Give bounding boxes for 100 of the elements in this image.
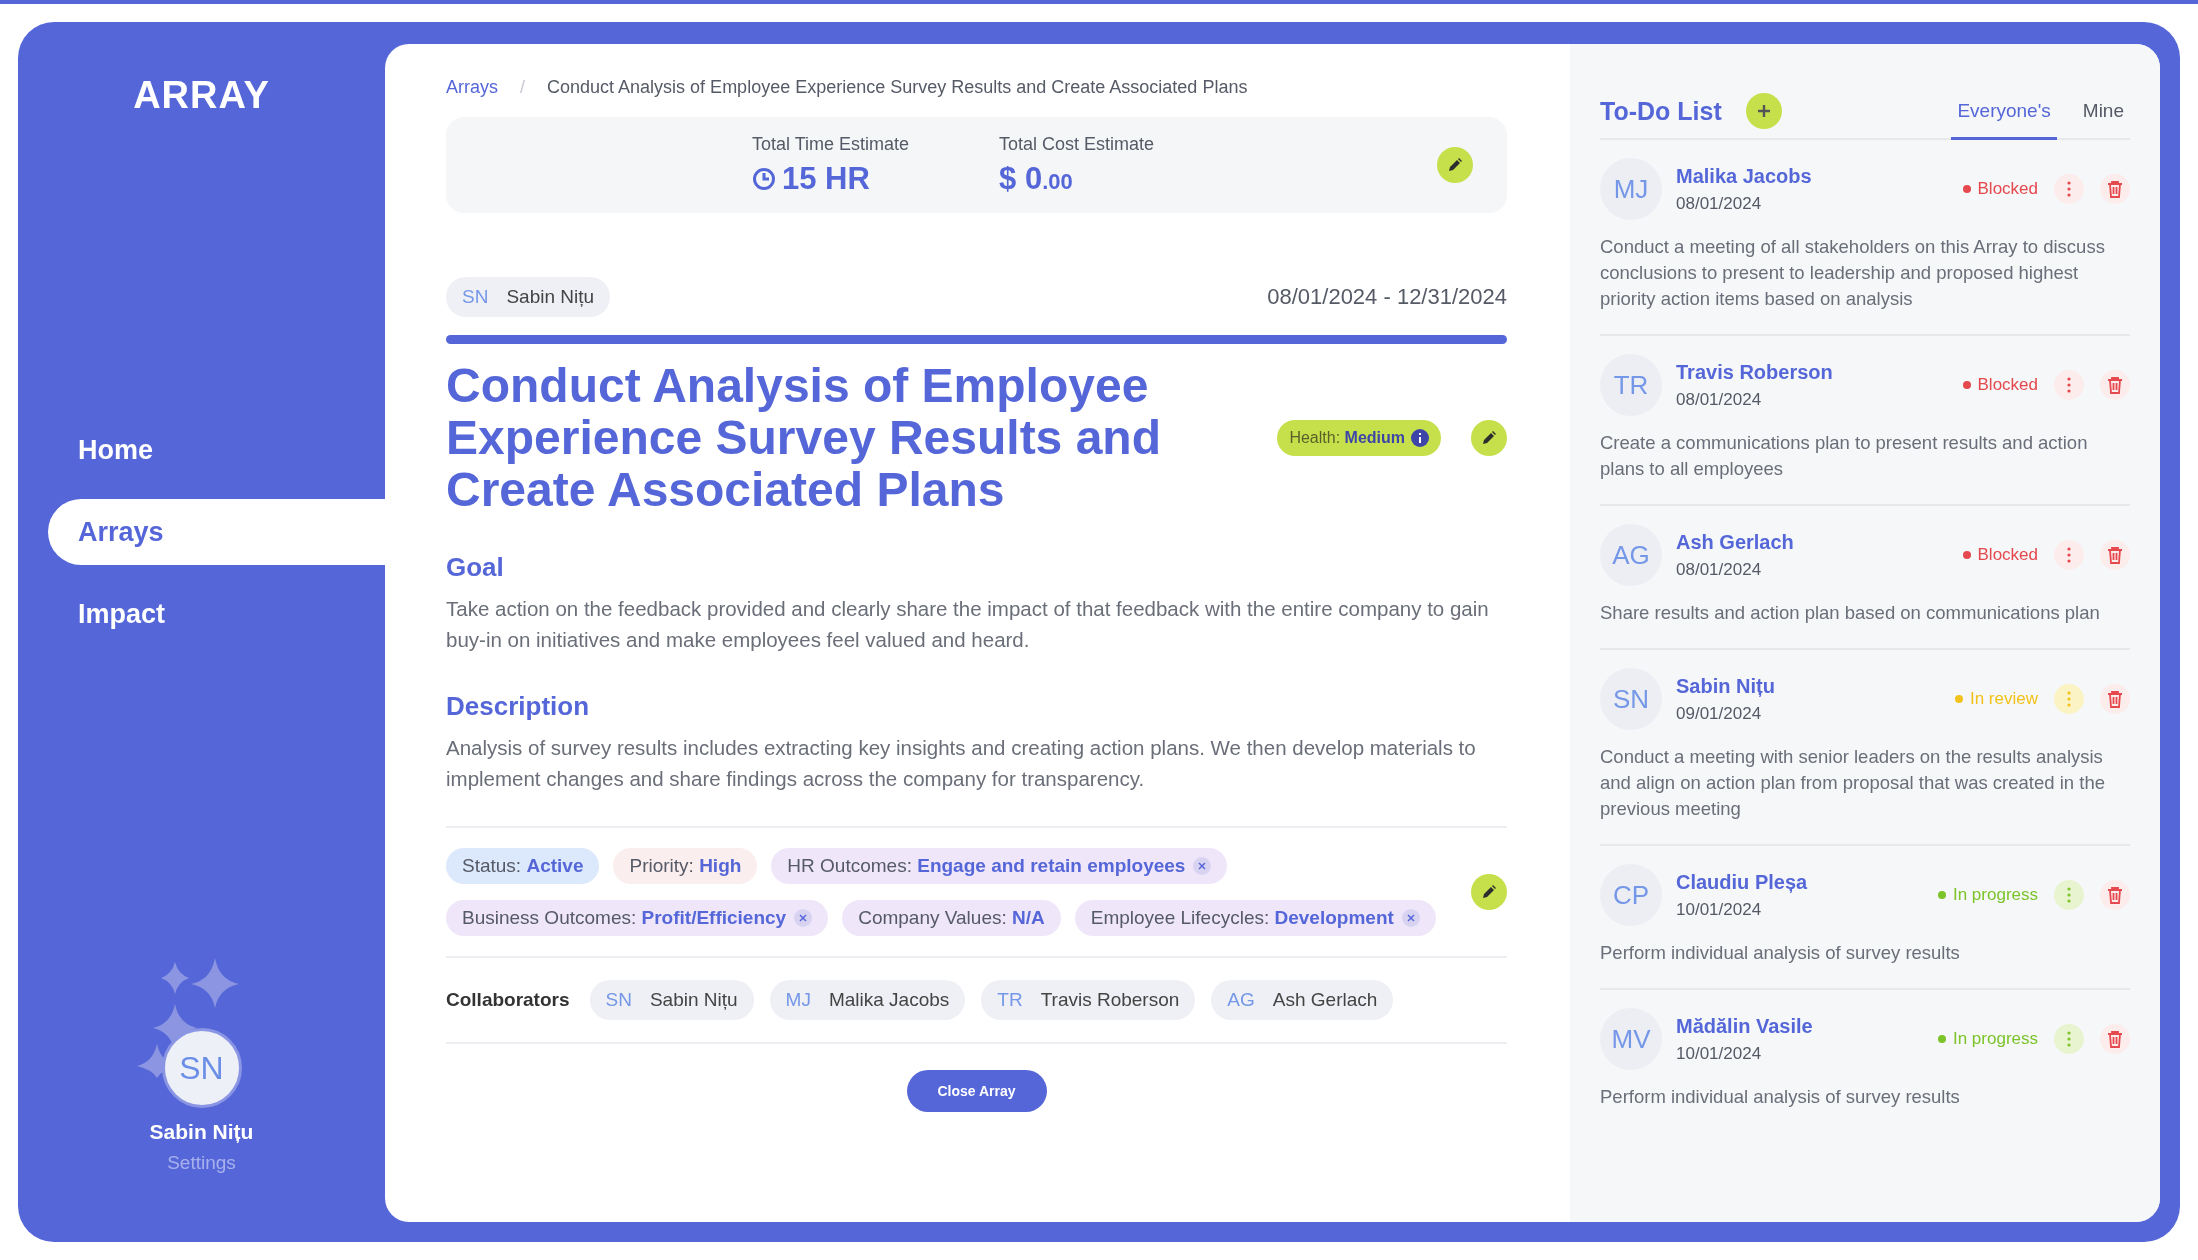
- nav-item[interactable]: Home: [48, 417, 385, 483]
- remove-icon[interactable]: [794, 909, 813, 927]
- collaborator-initials: SN: [605, 989, 632, 1011]
- breadcrumb-current: Conduct Analysis of Employee Experience Survey Results and Create Associated Plans: [547, 76, 1248, 98]
- task-date: 09/01/2024: [1676, 703, 1763, 724]
- status-label: Blocked: [1977, 179, 2038, 199]
- task-text: Create a communications plan to present results and action plans to all employees: [1600, 431, 2089, 481]
- task-text: Conduct a meeting with senior leaders on the results analysis and align on action plan from proposal that was created in the previous meeting: [1600, 745, 2106, 821]
- tag-text: Status: Active: [462, 855, 584, 877]
- collaborator-initials: MJ: [785, 989, 811, 1011]
- tab[interactable]: Everyone's: [1951, 84, 2057, 140]
- avatar: MV: [1600, 1008, 1662, 1070]
- task-text: Share results and action plan based on communications plan: [1600, 601, 2101, 625]
- assignee-name[interactable]: Mădălin Vasile: [1676, 1014, 1813, 1038]
- estimate-value: 15 HR: [782, 160, 870, 197]
- task-text: Perform individual analysis of survey results: [1600, 941, 1961, 965]
- delete-button[interactable]: [2100, 684, 2130, 714]
- task-date: 10/01/2024: [1676, 1043, 1763, 1064]
- collaborator-chip[interactable]: TR Travis Roberson: [981, 980, 1196, 1020]
- remove-icon[interactable]: [1193, 857, 1212, 875]
- todo-title: To-Do List: [1600, 96, 1722, 126]
- assignee-name[interactable]: Sabin Nițu: [1676, 674, 1775, 698]
- nav-item[interactable]: Arrays: [48, 499, 385, 565]
- delete-button[interactable]: [2100, 370, 2130, 400]
- task-date: 10/01/2024: [1676, 899, 1763, 920]
- assignee-name[interactable]: Claudiu Pleșa: [1676, 870, 1808, 894]
- breadcrumb-separator: /: [520, 76, 526, 98]
- task-date: 08/01/2024: [1676, 559, 1763, 580]
- edit-button[interactable]: [1471, 874, 1507, 910]
- estimate-label: Total Time Estimate: [752, 133, 910, 155]
- status-label: In progress: [1952, 1029, 2038, 1049]
- edit-button[interactable]: [1471, 420, 1507, 456]
- plus-icon: [1756, 104, 1771, 118]
- avatar: TR: [1600, 354, 1662, 416]
- trash-icon: [2107, 690, 2123, 708]
- info-icon: [1411, 429, 1429, 447]
- more-icon: [2067, 547, 2071, 563]
- owner-name: Sabin Nițu: [506, 286, 595, 308]
- assignee-name[interactable]: Travis Roberson: [1676, 360, 1833, 384]
- avatar: CP: [1600, 864, 1662, 926]
- tag-text: Company Values: N/A: [858, 907, 1045, 929]
- section-heading: Goal: [446, 552, 505, 583]
- trash-icon: [2107, 886, 2123, 904]
- task-date: 08/01/2024: [1676, 193, 1763, 214]
- collaborator-chip[interactable]: SN Sabin Nițu: [589, 980, 754, 1020]
- delete-button[interactable]: [2100, 880, 2130, 910]
- task-date: 08/01/2024: [1676, 389, 1763, 410]
- close-array-button[interactable]: Close Array: [906, 1070, 1047, 1112]
- delete-button[interactable]: [2100, 174, 2130, 204]
- health-badge: Health: Medium: [1277, 420, 1441, 456]
- more-icon: [2067, 1031, 2071, 1047]
- logo: ARRAY: [132, 74, 271, 117]
- tag-text: HR Outcomes: Engage and retain employees: [787, 855, 1186, 877]
- nav-item[interactable]: Impact: [48, 581, 385, 647]
- more-icon: [2067, 181, 2071, 197]
- trash-icon: [2107, 180, 2123, 198]
- status-label: Blocked: [1977, 375, 2038, 395]
- edit-button[interactable]: [1437, 147, 1473, 183]
- assignee-name[interactable]: Ash Gerlach: [1676, 530, 1794, 554]
- clock-icon: [752, 166, 776, 191]
- more-icon: [2067, 691, 2071, 707]
- pencil-icon: [1481, 430, 1497, 446]
- section-text: Take action on the feedback provided and clearly share the impact of that feedback with the entire company to gain buy-in on initiatives and make employees feel valued and heard.: [446, 596, 1490, 653]
- collaborator-chip[interactable]: MJ Malika Jacobs: [769, 980, 966, 1020]
- estimate-value: $ 0.00: [999, 160, 1073, 197]
- collaborator-initials: TR: [997, 989, 1023, 1011]
- status-label: In review: [1969, 689, 2038, 709]
- user-avatar[interactable]: SN: [161, 1028, 242, 1108]
- add-button[interactable]: [1745, 93, 1782, 129]
- collaborator-name: Travis Roberson: [1040, 989, 1180, 1011]
- more-icon: [2067, 377, 2071, 393]
- tag-text: Priority: High: [629, 855, 742, 877]
- delete-button[interactable]: [2100, 1024, 2130, 1054]
- more-icon: [2067, 887, 2071, 903]
- task-text: Perform individual analysis of survey results: [1600, 1085, 1961, 1109]
- delete-button[interactable]: [2100, 540, 2130, 570]
- remove-icon[interactable]: [1401, 909, 1420, 927]
- array-title: Conduct Analysis of Employee Experience Survey Results and Create Associated Plans: [446, 360, 1162, 516]
- tag-text: Employee Lifecycles: Development: [1090, 907, 1394, 929]
- collaborator-name: Sabin Nițu: [649, 989, 738, 1011]
- collaborator-chip[interactable]: AG Ash Gerlach: [1211, 980, 1394, 1020]
- avatar: AG: [1600, 524, 1662, 586]
- task-text: Conduct a meeting of all stakeholders on this Array to discuss conclusions to present to leadership and proposed highest priority action items based on analysis: [1600, 235, 2106, 311]
- collaborator-initials: AG: [1227, 989, 1255, 1011]
- tag-text: Business Outcomes: Profit/Efficiency: [462, 907, 787, 929]
- pencil-icon: [1447, 157, 1463, 173]
- collaborators-label: Collaborators: [446, 989, 570, 1011]
- estimate-label: Total Cost Estimate: [999, 133, 1155, 155]
- tab[interactable]: Mine: [2076, 84, 2130, 140]
- date-range: 08/01/2024 - 12/31/2024: [1267, 284, 1507, 310]
- user-name: Sabin Nițu: [149, 1120, 254, 1144]
- assignee-name[interactable]: Malika Jacobs: [1676, 164, 1812, 188]
- breadcrumb-link[interactable]: Arrays: [446, 76, 498, 98]
- status-label: Blocked: [1977, 545, 2038, 565]
- owner-initials: SN: [462, 286, 489, 308]
- status-label: In progress: [1952, 885, 2038, 905]
- avatar: SN: [1600, 668, 1662, 730]
- collaborator-name: Malika Jacobs: [828, 989, 950, 1011]
- trash-icon: [2107, 1030, 2123, 1048]
- collaborator-name: Ash Gerlach: [1272, 989, 1378, 1011]
